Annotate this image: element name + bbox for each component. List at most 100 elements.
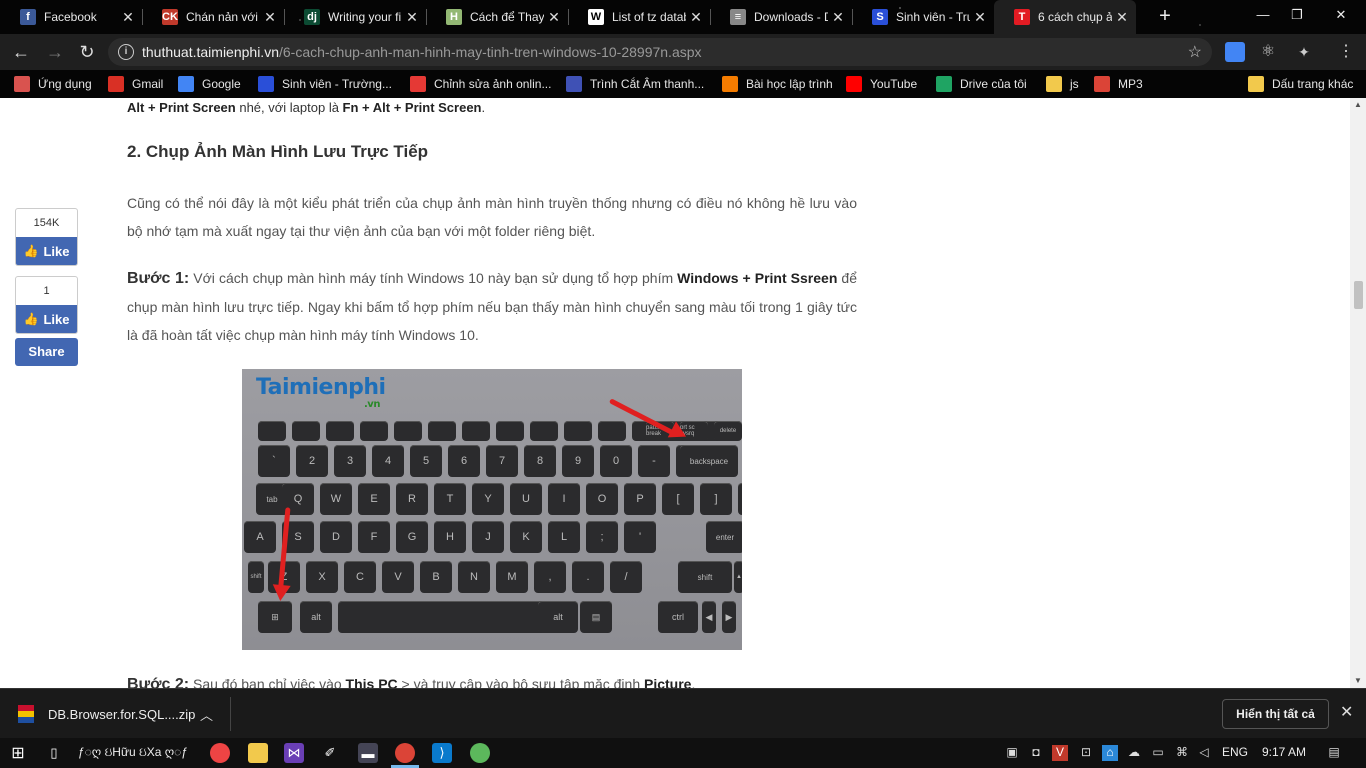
facebook-like-button[interactable]: 👍 Like [16,237,77,265]
keyboard-key: J [472,521,504,553]
app-icon[interactable] [470,743,490,763]
tab-title: List of tz datab [612,10,686,24]
search-box-text[interactable]: ƒ◌ღ ઇHữu ઇXa ღ◌ƒ [78,745,188,760]
facebook-share-button[interactable]: Share [15,338,78,366]
close-tab-icon[interactable]: ✕ [970,9,990,26]
tool-icon[interactable]: ✐ [320,743,340,763]
close-tab-icon[interactable]: ✕ [402,9,422,26]
tab-title: Downloads - D [754,10,828,24]
close-window-button[interactable]: ✕ [1326,4,1356,26]
address-bar[interactable]: i thuthuat.taimienphi.vn/6-cach-chup-anh… [108,38,1212,66]
bookmark-item[interactable]: Drive của tôi [936,75,1027,93]
chevron-up-icon[interactable]: ︿ [200,705,213,724]
facebook-like-button[interactable]: 👍 Like [16,305,77,333]
scroll-up-icon[interactable]: ▲ [1354,100,1362,109]
keyboard-key [496,421,524,441]
page-scrollbar[interactable]: ▲ ▼ [1350,98,1366,688]
browser-tab[interactable]: H Cách để Thay đ✕ [426,0,568,34]
keyboard-key: ▲ [734,561,742,593]
bookmark-label: Trình Cắt Âm thanh... [590,77,705,91]
step1-paragraph: Bước 1: Với cách chụp màn hình máy tính … [127,270,857,343]
download-item[interactable]: DB.Browser.for.SQL....zip [18,705,195,723]
bookmark-item[interactable]: Sinh viên - Trường... [258,75,392,93]
keyboard-key: . [572,561,604,593]
bookmark-item[interactable]: Ứng dụng [14,75,92,93]
keyboard-key: 3 [334,445,366,477]
keyboard-key [326,421,354,441]
bookmark-item[interactable]: Trình Cắt Âm thanh... [566,75,704,93]
vscode-icon[interactable]: ⟩ [432,743,452,763]
browser-tab[interactable]: S Sinh viên - Trư ✕ [852,0,994,34]
language-indicator[interactable]: ENG [1222,745,1248,759]
show-all-downloads-button[interactable]: Hiển thị tất cả [1222,699,1329,729]
browser-tab[interactable]: W List of tz datab ✕ [568,0,710,34]
new-tab-button[interactable]: + [1154,5,1176,27]
task-view-icon[interactable]: ▯ [44,743,64,763]
close-tab-icon[interactable]: ✕ [260,9,280,26]
back-button[interactable]: ← [8,39,34,65]
other-bookmarks-folder[interactable]: Dấu trang khác [1248,75,1353,93]
close-tab-icon[interactable]: ✕ [686,9,706,26]
volume-icon[interactable]: ◁ [1196,745,1212,761]
windows-start-icon[interactable]: ⊞ [8,743,28,763]
wifi-icon[interactable]: ⌘ [1174,745,1190,761]
apps-grid-icon [14,76,30,92]
keyboard-key: ▤ [580,601,612,633]
react-devtools-icon[interactable]: ⚛ [1258,42,1278,62]
extension-icon[interactable]: ✦ [1294,42,1314,62]
scrollbar-thumb[interactable] [1354,281,1363,309]
clock[interactable]: 9:17 AM [1262,745,1306,759]
web-page: Alt + Print Screen nhé, với laptop là Fn… [0,98,1350,688]
close-tab-icon[interactable]: ✕ [118,9,138,26]
translate-extension-icon[interactable] [1225,42,1245,62]
browser-tab[interactable]: ≡ Downloads - D ✕ [710,0,852,34]
chrome-taskbar-icon[interactable] [395,743,415,763]
bookmark-item[interactable]: Gmail [108,75,163,93]
keyboard-key: T [434,483,466,515]
forward-button[interactable]: → [42,39,68,65]
bookmark-item[interactable]: js [1046,75,1079,93]
browser-tab[interactable]: dj Writing your fi ✕ [284,0,426,34]
browser-tab[interactable]: T 6 cách chụp ản ✕ [994,0,1136,34]
browser-tab[interactable]: f Facebook ✕ [0,0,142,34]
file-explorer-icon[interactable] [248,743,268,763]
close-download-bar-icon[interactable]: ✕ [1340,702,1353,722]
scroll-down-icon[interactable]: ▼ [1354,676,1362,685]
tray-app-icon[interactable]: ▣ [1004,745,1020,761]
bookmark-item[interactable]: MP3 [1094,75,1143,93]
folder-icon [1248,76,1264,92]
menu-kebab-icon[interactable]: ⋮ [1336,42,1356,62]
browser-tab[interactable]: CK Chán nản với M✕ [142,0,284,34]
close-tab-icon[interactable]: ✕ [544,9,564,26]
chrome-icon [1094,76,1110,92]
audio-cutter-icon [566,76,582,92]
battery-icon[interactable]: ▭ [1150,745,1166,761]
tray-vivaldi-icon[interactable]: V [1052,745,1068,761]
tray-app-icon[interactable]: ⊡ [1078,745,1094,761]
drive-icon [936,76,952,92]
paint-icon[interactable] [210,743,230,763]
bookmark-item[interactable]: Chỉnh sửa ảnh onlin... [410,75,551,93]
bookmark-label: Dấu trang khác [1272,77,1354,91]
bookmark-item[interactable]: Bài học lập trình [722,75,833,93]
tray-app-icon[interactable]: ⌂ [1102,745,1118,761]
url-text[interactable]: thuthuat.taimienphi.vn/6-cach-chup-anh-m… [142,44,702,60]
maximize-button[interactable]: ❐ [1282,4,1312,26]
notifications-icon[interactable]: ▤ [1326,745,1342,761]
site-info-icon[interactable]: i [118,44,134,60]
bookmark-star-icon[interactable]: ☆ [1188,42,1202,62]
thumbs-up-icon: 👍 [23,312,39,326]
bookmark-item[interactable]: Google [178,75,241,93]
minimize-button[interactable]: — [1248,4,1278,26]
terminal-icon[interactable]: ▬ [358,743,378,763]
bookmark-item[interactable]: YouTube [846,75,917,93]
tab-title: Writing your fi [328,10,402,24]
reload-button[interactable]: ↻ [74,39,100,65]
tray-app-icon[interactable]: ◘ [1028,745,1044,761]
visual-studio-icon[interactable]: ⋈ [284,743,304,763]
intro-paragraph: Cũng có thể nói đây là một kiểu phát tri… [127,195,857,239]
tray-network-icon[interactable]: ☁ [1126,745,1142,761]
keyboard-key: 4 [372,445,404,477]
close-tab-icon[interactable]: ✕ [1112,9,1132,26]
close-tab-icon[interactable]: ✕ [828,9,848,26]
